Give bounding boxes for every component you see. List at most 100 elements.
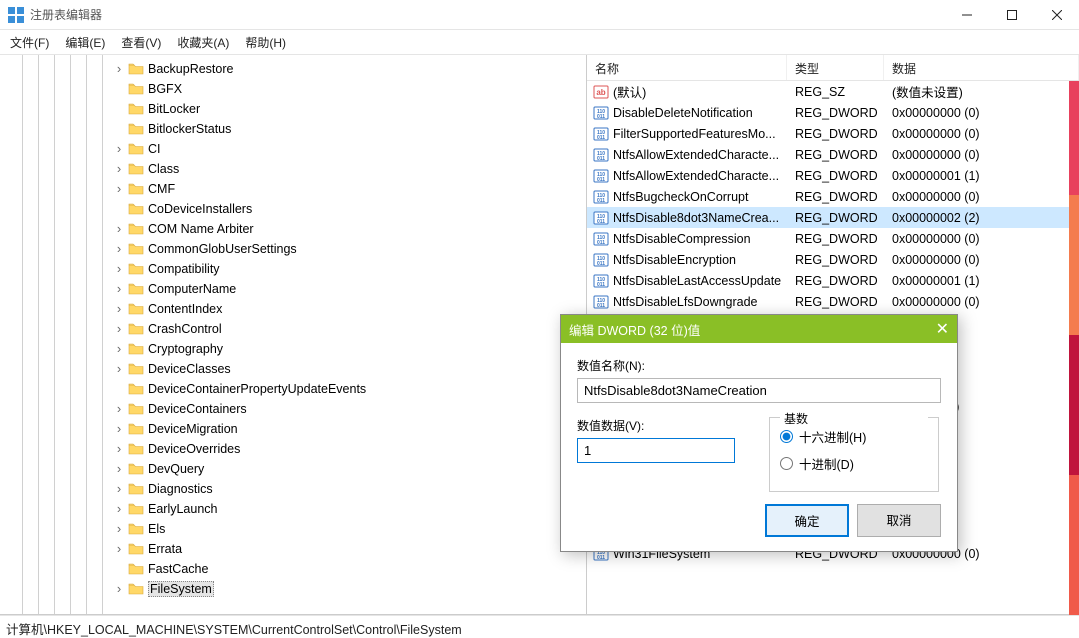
menu-favorites[interactable]: 收藏夹(A) (177, 34, 229, 51)
svg-text:011: 011 (597, 198, 605, 204)
list-row[interactable]: ab(默认)REG_SZ(数值未设置) (587, 81, 1079, 102)
svg-text:ab: ab (596, 88, 605, 97)
tree-item-errata[interactable]: ›Errata (0, 539, 586, 559)
tree-item-devicemigration[interactable]: ›DeviceMigration (0, 419, 586, 439)
radio-hex[interactable]: 十六进制(H) (780, 427, 928, 446)
tree-item-els[interactable]: ›Els (0, 519, 586, 539)
tree-item-compatibility[interactable]: ›Compatibility (0, 259, 586, 279)
maximize-button[interactable] (989, 0, 1034, 30)
value-name: NtfsAllowExtendedCharacte... (613, 148, 779, 162)
radio-dec[interactable]: 十进制(D) (780, 454, 928, 473)
tree-item-cmf[interactable]: ›CMF (0, 179, 586, 199)
radio-hex-input[interactable] (780, 430, 793, 443)
binary-value-icon: 110011 (593, 273, 609, 289)
tree-item-ci[interactable]: ›CI (0, 139, 586, 159)
menu-edit[interactable]: 编辑(E) (65, 34, 105, 51)
expand-icon[interactable]: › (112, 402, 126, 416)
list-row[interactable]: 110011NtfsDisableLastAccessUpdateREG_DWO… (587, 270, 1079, 291)
tree-item-fastcache[interactable]: FastCache (0, 559, 586, 579)
list-row[interactable]: 110011NtfsAllowExtendedCharacte...REG_DW… (587, 144, 1079, 165)
expand-icon[interactable]: › (112, 262, 126, 276)
tree-item-label: CoDeviceInstallers (148, 202, 252, 216)
tree-item-earlylaunch[interactable]: ›EarlyLaunch (0, 499, 586, 519)
svg-text:011: 011 (597, 219, 605, 225)
tree-item-filesystem[interactable]: ›FileSystem (0, 579, 586, 599)
minimize-button[interactable] (944, 0, 989, 30)
expand-icon[interactable]: › (112, 482, 126, 496)
expand-icon[interactable]: › (112, 242, 126, 256)
menu-view[interactable]: 查看(V) (121, 34, 161, 51)
tree-item-cryptography[interactable]: ›Cryptography (0, 339, 586, 359)
list-row[interactable]: 110011FilterSupportedFeaturesMo...REG_DW… (587, 123, 1079, 144)
menubar: 文件(F) 编辑(E) 查看(V) 收藏夹(A) 帮助(H) (0, 30, 1079, 55)
tree-item-computername[interactable]: ›ComputerName (0, 279, 586, 299)
close-button[interactable] (1034, 0, 1079, 30)
list-row[interactable]: 110011NtfsDisable8dot3NameCrea...REG_DWO… (587, 207, 1079, 228)
tree-item-bitlocker[interactable]: BitLocker (0, 99, 586, 119)
tree-item-label: DeviceClasses (148, 362, 231, 376)
value-data: 0x00000001 (1) (884, 274, 1079, 288)
list-row[interactable]: 110011NtfsBugcheckOnCorruptREG_DWORD0x00… (587, 186, 1079, 207)
expand-icon[interactable]: › (112, 542, 126, 556)
tree-item-devquery[interactable]: ›DevQuery (0, 459, 586, 479)
expand-icon[interactable]: › (112, 62, 126, 76)
value-data-input[interactable] (577, 438, 735, 463)
tree-item-backuprestore[interactable]: ›BackupRestore (0, 59, 586, 79)
tree-item-deviceclasses[interactable]: › DeviceClasses (0, 359, 586, 379)
expand-icon[interactable]: › (112, 442, 126, 456)
value-data: 0x00000000 (0) (884, 190, 1079, 204)
list-row[interactable]: 110011NtfsDisableLfsDowngradeREG_DWORD0x… (587, 291, 1079, 312)
value-name: NtfsAllowExtendedCharacte... (613, 169, 779, 183)
tree-item-contentindex[interactable]: ›ContentIndex (0, 299, 586, 319)
dialog-titlebar[interactable]: 编辑 DWORD (32 位)值 ✕ (561, 315, 957, 343)
expand-icon[interactable]: › (112, 142, 126, 156)
list-row[interactable]: 110011NtfsAllowExtendedCharacte...REG_DW… (587, 165, 1079, 186)
expand-icon[interactable]: › (112, 182, 126, 196)
tree-item-deviceoverrides[interactable]: ›DeviceOverrides (0, 439, 586, 459)
expand-icon[interactable]: › (112, 162, 126, 176)
tree-item-label: BitLocker (148, 102, 200, 116)
value-name-label: 数值名称(N): (577, 357, 941, 374)
expand-icon[interactable]: › (112, 282, 126, 296)
expand-icon[interactable]: › (112, 342, 126, 356)
list-row[interactable]: 110011NtfsDisableEncryptionREG_DWORD0x00… (587, 249, 1079, 270)
value-name-input[interactable] (577, 378, 941, 403)
ok-button[interactable]: 确定 (765, 504, 849, 537)
cancel-button[interactable]: 取消 (857, 504, 941, 537)
expand-icon[interactable]: › (112, 502, 126, 516)
list-row[interactable]: 110011NtfsDisableCompressionREG_DWORD0x0… (587, 228, 1079, 249)
column-data[interactable]: 数据 (884, 55, 1079, 80)
tree-item-devicecontainerpropertyupdateevents[interactable]: DeviceContainerPropertyUpdateEvents (0, 379, 586, 399)
expand-icon[interactable]: › (112, 322, 126, 336)
tree-item-com name arbiter[interactable]: › COM Name Arbiter (0, 219, 586, 239)
tree-item-devicecontainers[interactable]: ›DeviceContainers (0, 399, 586, 419)
expand-icon[interactable]: › (112, 582, 126, 596)
radio-dec-input[interactable] (780, 457, 793, 470)
folder-icon (128, 182, 144, 196)
expand-icon[interactable]: › (112, 362, 126, 376)
tree-item-bgfx[interactable]: BGFX (0, 79, 586, 99)
list-row[interactable]: 110011DisableDeleteNotificationREG_DWORD… (587, 102, 1079, 123)
expand-icon[interactable]: › (112, 462, 126, 476)
menu-file[interactable]: 文件(F) (10, 34, 49, 51)
value-data: 0x00000001 (1) (884, 169, 1079, 183)
folder-icon (128, 562, 144, 576)
dialog-close-button[interactable]: ✕ (936, 319, 949, 339)
tree-item-codeviceinstallers[interactable]: CoDeviceInstallers (0, 199, 586, 219)
tree-item-label: COM Name Arbiter (148, 222, 254, 236)
menu-help[interactable]: 帮助(H) (245, 34, 286, 51)
tree-item-bitlockerstatus[interactable]: BitlockerStatus (0, 119, 586, 139)
expand-icon[interactable]: › (112, 422, 126, 436)
column-type[interactable]: 类型 (787, 55, 884, 80)
tree-item-commonglobusersettings[interactable]: ›CommonGlobUserSettings (0, 239, 586, 259)
column-name[interactable]: 名称 (587, 55, 787, 80)
tree-item-class[interactable]: ›Class (0, 159, 586, 179)
expand-icon[interactable]: › (112, 522, 126, 536)
tree-item-crashcontrol[interactable]: ›CrashControl (0, 319, 586, 339)
expand-icon[interactable]: › (112, 302, 126, 316)
folder-icon (128, 302, 144, 316)
expand-icon[interactable]: › (112, 222, 126, 236)
tree-scroll[interactable]: ›BackupRestoreBGFX BitLocker BitlockerStat… (0, 55, 586, 614)
tree-item-diagnostics[interactable]: ›Diagnostics (0, 479, 586, 499)
value-type: REG_DWORD (787, 106, 884, 120)
